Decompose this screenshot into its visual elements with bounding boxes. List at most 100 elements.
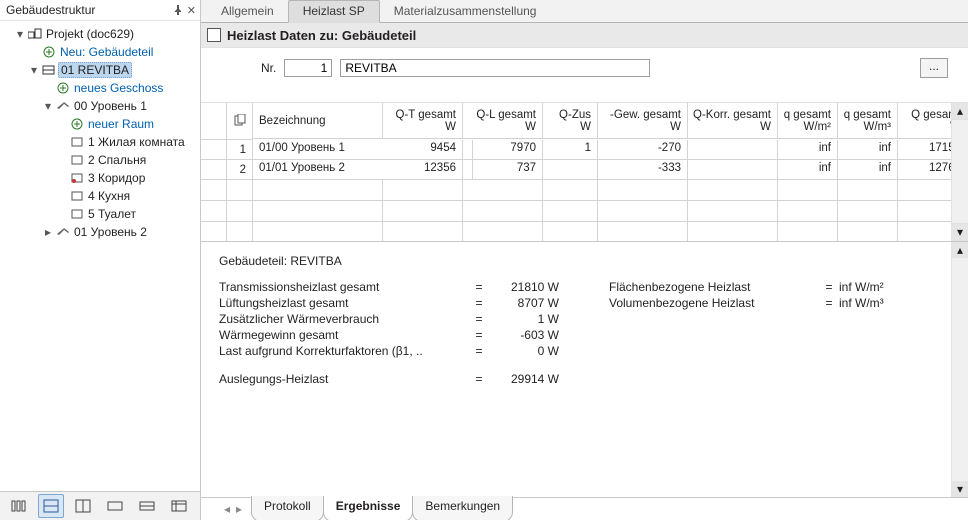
- panel-header: Gebäudestruktur ✕: [0, 0, 200, 21]
- summary-label-right: Volumenbezogene Heizlast: [609, 296, 819, 310]
- column-header[interactable]: Q-Korr. gesamtW: [688, 103, 778, 139]
- section-title-bar: Heizlast Daten zu: Gebäudeteil: [201, 23, 968, 48]
- summary-label-right: Flächenbezogene Heizlast: [609, 280, 819, 294]
- scroll-up-icon[interactable]: ▴: [952, 242, 968, 258]
- room-warning-icon: [70, 171, 84, 185]
- tree-new-room[interactable]: neuer Raum: [86, 117, 156, 131]
- pin-icon[interactable]: [173, 5, 183, 15]
- equals-sign: =: [469, 312, 489, 326]
- viewmode-1[interactable]: [6, 494, 32, 518]
- row-gutter: [201, 140, 227, 160]
- scroll-up-icon[interactable]: ▴: [952, 103, 968, 120]
- column-header[interactable]: Q-T gesamtW: [383, 103, 463, 139]
- tree-twisty-icon[interactable]: ▾: [42, 99, 54, 113]
- column-header[interactable]: q gesamtW/m³: [838, 103, 898, 139]
- more-button[interactable]: ...: [920, 58, 948, 78]
- tab-heizlast-sp[interactable]: Heizlast SP: [288, 0, 380, 23]
- btab-ergebnisse[interactable]: Ergebnisse: [323, 496, 414, 520]
- grid-cell[interactable]: inf: [778, 140, 838, 160]
- grid-cell[interactable]: 1: [543, 140, 598, 160]
- tree-project[interactable]: Projekt (doc629): [44, 27, 136, 41]
- section-title: Heizlast Daten zu: Gebäudeteil: [227, 28, 416, 43]
- viewmode-4[interactable]: [102, 494, 128, 518]
- top-tabs: Allgemein Heizlast SP Materialzusammenst…: [201, 0, 968, 23]
- tree-room-3[interactable]: 3 Коридор: [86, 171, 147, 185]
- grid-cell[interactable]: 737: [463, 160, 543, 180]
- summary-value: 21810 W: [489, 280, 559, 294]
- summary-label: Last aufgrund Korrekturfaktoren (β1, ..: [219, 344, 469, 358]
- column-header[interactable]: Q-ZusW: [543, 103, 598, 139]
- tree-new-part[interactable]: Neu: Gebäudeteil: [58, 45, 155, 59]
- tab-next-icon[interactable]: ▸: [233, 502, 245, 516]
- summary-value-right: inf W/m³: [839, 296, 919, 310]
- grid-cell[interactable]: 7970: [463, 140, 543, 160]
- tree-part-01[interactable]: 01 REVITBA: [58, 62, 132, 78]
- bottom-tabs: ◂ ▸ Protokoll Ergebnisse Bemerkungen: [201, 497, 968, 520]
- viewmode-3[interactable]: [70, 494, 96, 518]
- row-gutter: [201, 160, 227, 180]
- tree-room-4[interactable]: 4 Кухня: [86, 189, 132, 203]
- tree-twisty-icon[interactable]: ▾: [14, 27, 26, 41]
- project-icon: [28, 27, 42, 41]
- column-header[interactable]: Bezeichnung: [253, 103, 383, 139]
- grid-cell[interactable]: inf: [838, 140, 898, 160]
- equals-sign: =: [469, 344, 489, 358]
- nr-label: Nr.: [261, 61, 276, 75]
- summary-title: Gebäudeteil: REVITBA: [219, 254, 950, 268]
- name-input[interactable]: [340, 59, 650, 77]
- viewmode-5[interactable]: [134, 494, 160, 518]
- summary-label: Transmissionsheizlast gesamt: [219, 280, 469, 294]
- row-header[interactable]: 2: [227, 160, 253, 180]
- nr-input[interactable]: [284, 59, 332, 77]
- tree-room-5[interactable]: 5 Туалет: [86, 207, 138, 221]
- scroll-down-icon[interactable]: ▾: [952, 481, 968, 497]
- equals-sign: =: [469, 280, 489, 294]
- summary-value: 1 W: [489, 312, 559, 326]
- room-icon: [70, 207, 84, 221]
- left-viewmode-bar: [0, 491, 200, 520]
- grid-cell[interactable]: [688, 160, 778, 180]
- scroll-down-icon[interactable]: ▾: [952, 223, 968, 241]
- tab-allgemein[interactable]: Allgemein: [207, 1, 288, 22]
- tree-twisty-icon[interactable]: ▾: [28, 63, 40, 77]
- row-header[interactable]: 1: [227, 140, 253, 160]
- grid-cell[interactable]: inf: [838, 160, 898, 180]
- room-icon: [70, 135, 84, 149]
- viewmode-2[interactable]: [38, 494, 64, 518]
- grid-scrollbar[interactable]: ▴ ▾: [951, 103, 968, 241]
- tab-prev-icon[interactable]: ◂: [221, 502, 233, 516]
- copy-icon[interactable]: [227, 103, 253, 140]
- summary-scrollbar[interactable]: ▴ ▾: [951, 242, 968, 497]
- grid-cell[interactable]: -270: [598, 140, 688, 160]
- tree-level-2[interactable]: 01 Уровень 2: [72, 225, 149, 239]
- grid-cell[interactable]: 9454: [383, 140, 463, 160]
- tree-twisty-icon[interactable]: ▸: [42, 225, 54, 239]
- column-header[interactable]: -Gew. gesamtW: [598, 103, 688, 139]
- tree-room-2[interactable]: 2 Спальня: [86, 153, 148, 167]
- tree-new-floor[interactable]: neues Geschoss: [72, 81, 165, 95]
- tree-room-1[interactable]: 1 Жилая комната: [86, 135, 187, 149]
- tab-material[interactable]: Materialzusammenstellung: [380, 1, 551, 22]
- gap: [559, 296, 609, 310]
- equals-sign: =: [819, 280, 839, 294]
- grid-cell[interactable]: 12356: [383, 160, 463, 180]
- grid-cell[interactable]: [543, 160, 598, 180]
- gap: [559, 328, 609, 342]
- data-grid[interactable]: BezeichnungQ-T gesamtWQ-L gesamtWQ-ZusW-…: [201, 103, 968, 242]
- close-icon[interactable]: ✕: [187, 4, 196, 17]
- column-header[interactable]: Q-L gesamtW: [463, 103, 543, 139]
- equals-sign: [819, 328, 839, 342]
- column-header[interactable]: q gesamtW/m²: [778, 103, 838, 139]
- summary-label: Zusätzlicher Wärmeverbrauch: [219, 312, 469, 326]
- tree-level-1[interactable]: 00 Уровень 1: [72, 99, 149, 113]
- equals-sign: =: [469, 328, 489, 342]
- grid-cell[interactable]: inf: [778, 160, 838, 180]
- grid-cell[interactable]: -333: [598, 160, 688, 180]
- viewmode-6[interactable]: [166, 494, 192, 518]
- grid-corner: [201, 103, 227, 140]
- building-tree[interactable]: ▾ Projekt (doc629) Neu: Gebäudeteil: [0, 21, 200, 491]
- btab-protokoll[interactable]: Protokoll: [251, 496, 324, 520]
- gap: [559, 280, 609, 294]
- grid-cell[interactable]: [688, 140, 778, 160]
- btab-bemerkungen[interactable]: Bemerkungen: [412, 496, 513, 520]
